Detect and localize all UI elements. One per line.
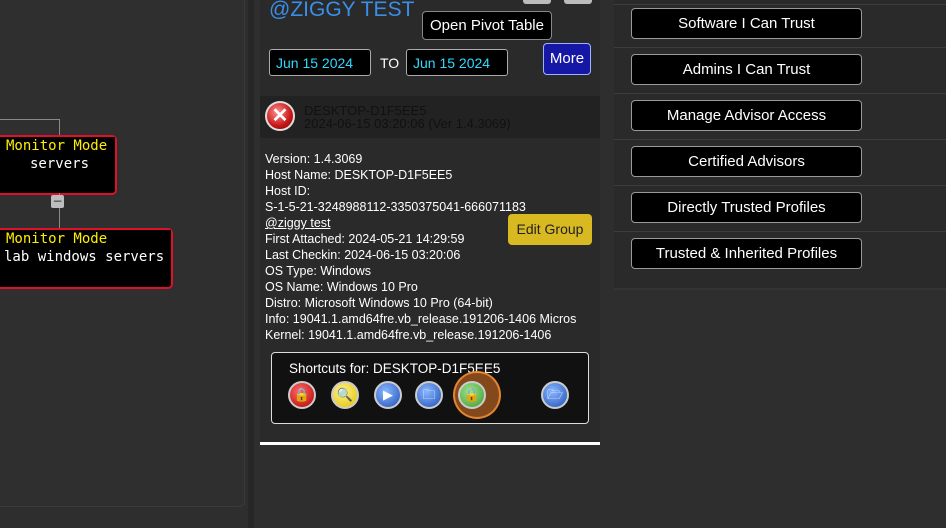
date-to-input[interactable]: Jun 15 2024	[406, 49, 508, 76]
group-title: @ZIGGY TEST	[269, 0, 415, 21]
host-header: ✕ DESKTOP-D1F5EE5 2024-06-15 03:20:06 (V…	[260, 96, 600, 138]
trust-menu-panel: Software I Can Trust Admins I Can Trust …	[614, 0, 946, 290]
detail-kernel: Kernel: 19041.1.amd64fre.vb_release.1912…	[265, 328, 552, 342]
open-pivot-table-button[interactable]: Open Pivot Table	[422, 11, 552, 40]
folder-open-icon[interactable]: 🗁	[541, 381, 569, 409]
collapse-toggle-button[interactable]: −	[51, 195, 64, 208]
connector-line-top-vertical	[59, 119, 60, 136]
manage-advisor-access-button[interactable]: Manage Advisor Access	[631, 100, 862, 131]
detail-distro: Distro: Microsoft Windows 10 Pro (64-bit…	[265, 296, 493, 310]
menu-separator	[614, 231, 946, 232]
error-x-icon[interactable]: ✕	[265, 101, 295, 131]
detail-info: Info: 19041.1.amd64fre.vb_release.191206…	[265, 312, 577, 326]
host-detail-panel: @ZIGGY TEST Open Pivot Table Jun 15 2024…	[260, 0, 600, 445]
node-mode-label: Monitor Mode	[0, 137, 115, 155]
node-name-label: lab windows servers	[4, 249, 165, 265]
panel-tab-button-right[interactable]	[564, 0, 592, 4]
play-icon[interactable]: ▶	[374, 381, 402, 409]
host-checkin-subtitle: 2024-06-15 03:20:06 (Ver 1.4.3069)	[304, 116, 511, 131]
detail-host-id-value: S-1-5-21-3248988112-3350375041-666071183	[265, 200, 526, 214]
menu-separator	[614, 93, 946, 94]
detail-os-name: OS Name: Windows 10 Pro	[265, 280, 418, 294]
more-button[interactable]: More	[543, 43, 591, 75]
magnifier-icon[interactable]: 🔍	[331, 381, 359, 409]
detail-version: Version: 1.4.3069	[265, 152, 363, 166]
shortcuts-box: Shortcuts for: DESKTOP-D1F5EE5 🔒 🔍 ▶ 🗀 🔒…	[271, 352, 589, 424]
tree-node-servers[interactable]: Monitor Mode servers	[0, 135, 117, 195]
menu-separator	[614, 185, 946, 186]
menu-separator	[614, 47, 946, 48]
detail-os-type: OS Type: Windows	[265, 264, 372, 278]
host-details-list: Version: 1.4.3069 Host Name: DESKTOP-D1F…	[265, 151, 595, 343]
connector-line-top	[0, 119, 60, 120]
certified-advisors-button[interactable]: Certified Advisors	[631, 146, 862, 177]
edit-group-button[interactable]: Edit Group	[508, 214, 592, 245]
tree-node-lab-windows-servers[interactable]: Monitor Mode lab windows servers	[0, 228, 173, 289]
green-lock-icon[interactable]: 🔒	[458, 381, 486, 409]
directly-trusted-profiles-button[interactable]: Directly Trusted Profiles	[631, 192, 862, 223]
detail-last-checkin: Last Checkin: 2024-06-15 03:20:06	[265, 248, 461, 262]
folder-icon[interactable]: 🗀	[415, 381, 443, 409]
date-from-input[interactable]: Jun 15 2024	[269, 49, 371, 76]
node-mode-label: Monitor Mode	[0, 230, 171, 248]
red-lock-icon[interactable]: 🔒	[288, 381, 316, 409]
detail-host-name: Host Name: DESKTOP-D1F5EE5	[265, 168, 453, 182]
detail-host-id-label: Host ID:	[265, 184, 311, 198]
pane-divider[interactable]	[248, 0, 254, 528]
trusted-inherited-profiles-button[interactable]: Trusted & Inherited Profiles	[631, 238, 862, 269]
panel-tab-button-left[interactable]	[523, 0, 551, 4]
software-i-can-trust-button[interactable]: Software I Can Trust	[631, 8, 862, 39]
menu-separator	[614, 4, 946, 5]
date-range-to-label: TO	[380, 55, 400, 71]
admins-i-can-trust-button[interactable]: Admins I Can Trust	[631, 54, 862, 85]
node-name-label: servers	[30, 156, 90, 172]
tree-canvas: Monitor Mode servers − Monitor Mode lab …	[0, 0, 245, 507]
menu-separator	[614, 139, 946, 140]
